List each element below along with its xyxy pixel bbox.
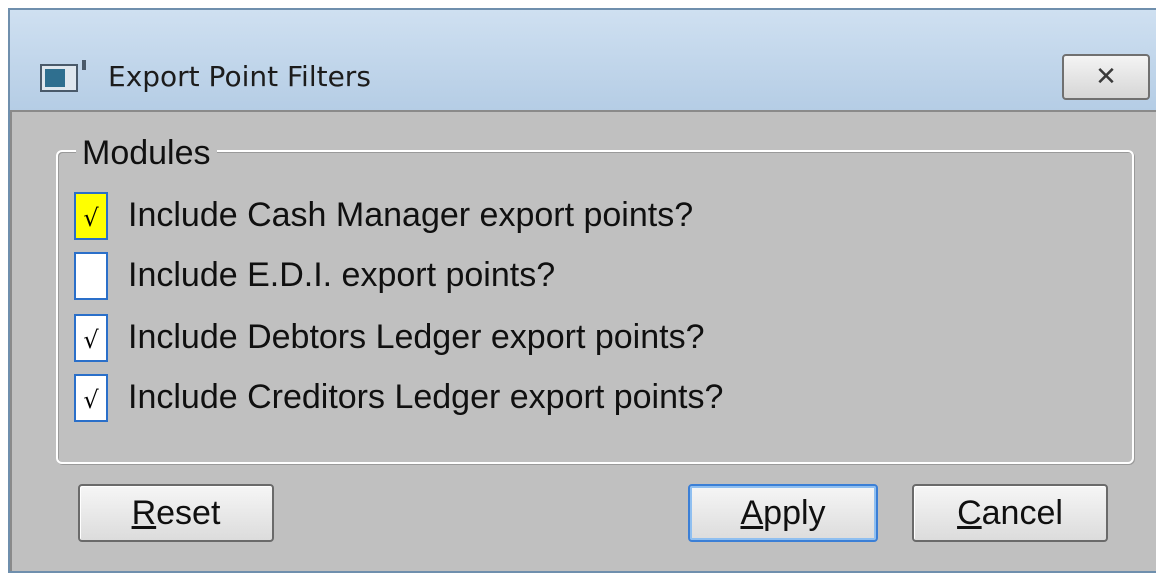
- check-icon: √: [83, 204, 99, 232]
- export-point-filters-dialog: Export Point Filters ✕ Modules √ Include…: [8, 8, 1156, 573]
- dialog-body: Modules √ Include Cash Manager export po…: [10, 110, 1156, 571]
- check-icon: √: [83, 386, 99, 414]
- apply-button[interactable]: Apply: [688, 484, 878, 542]
- title-bar[interactable]: Export Point Filters ✕: [10, 10, 1156, 110]
- creditors-ledger-checkbox[interactable]: √: [74, 374, 108, 422]
- edi-label[interactable]: Include E.D.I. export points?: [128, 256, 555, 295]
- cash-manager-checkbox[interactable]: √: [74, 192, 108, 240]
- close-icon: ✕: [1095, 62, 1117, 92]
- reset-mnemonic: R: [131, 493, 157, 532]
- reset-label: eset: [156, 493, 221, 532]
- apply-mnemonic: A: [740, 493, 764, 532]
- cancel-button[interactable]: Cancel: [912, 484, 1108, 542]
- reset-button[interactable]: Reset: [78, 484, 274, 542]
- modules-group-label: Modules: [76, 134, 217, 173]
- application-icon: [40, 60, 86, 92]
- dialog-title: Export Point Filters: [108, 60, 371, 93]
- creditors-ledger-label[interactable]: Include Creditors Ledger export points?: [128, 378, 723, 417]
- cancel-mnemonic: C: [957, 493, 982, 532]
- debtors-ledger-label[interactable]: Include Debtors Ledger export points?: [128, 318, 704, 357]
- cash-manager-label[interactable]: Include Cash Manager export points?: [128, 196, 693, 235]
- cancel-label: ancel: [981, 493, 1063, 532]
- check-icon: √: [83, 326, 99, 354]
- edi-checkbox[interactable]: [74, 252, 108, 300]
- debtors-ledger-checkbox[interactable]: √: [74, 314, 108, 362]
- apply-label: pply: [763, 493, 826, 532]
- close-button[interactable]: ✕: [1062, 54, 1150, 100]
